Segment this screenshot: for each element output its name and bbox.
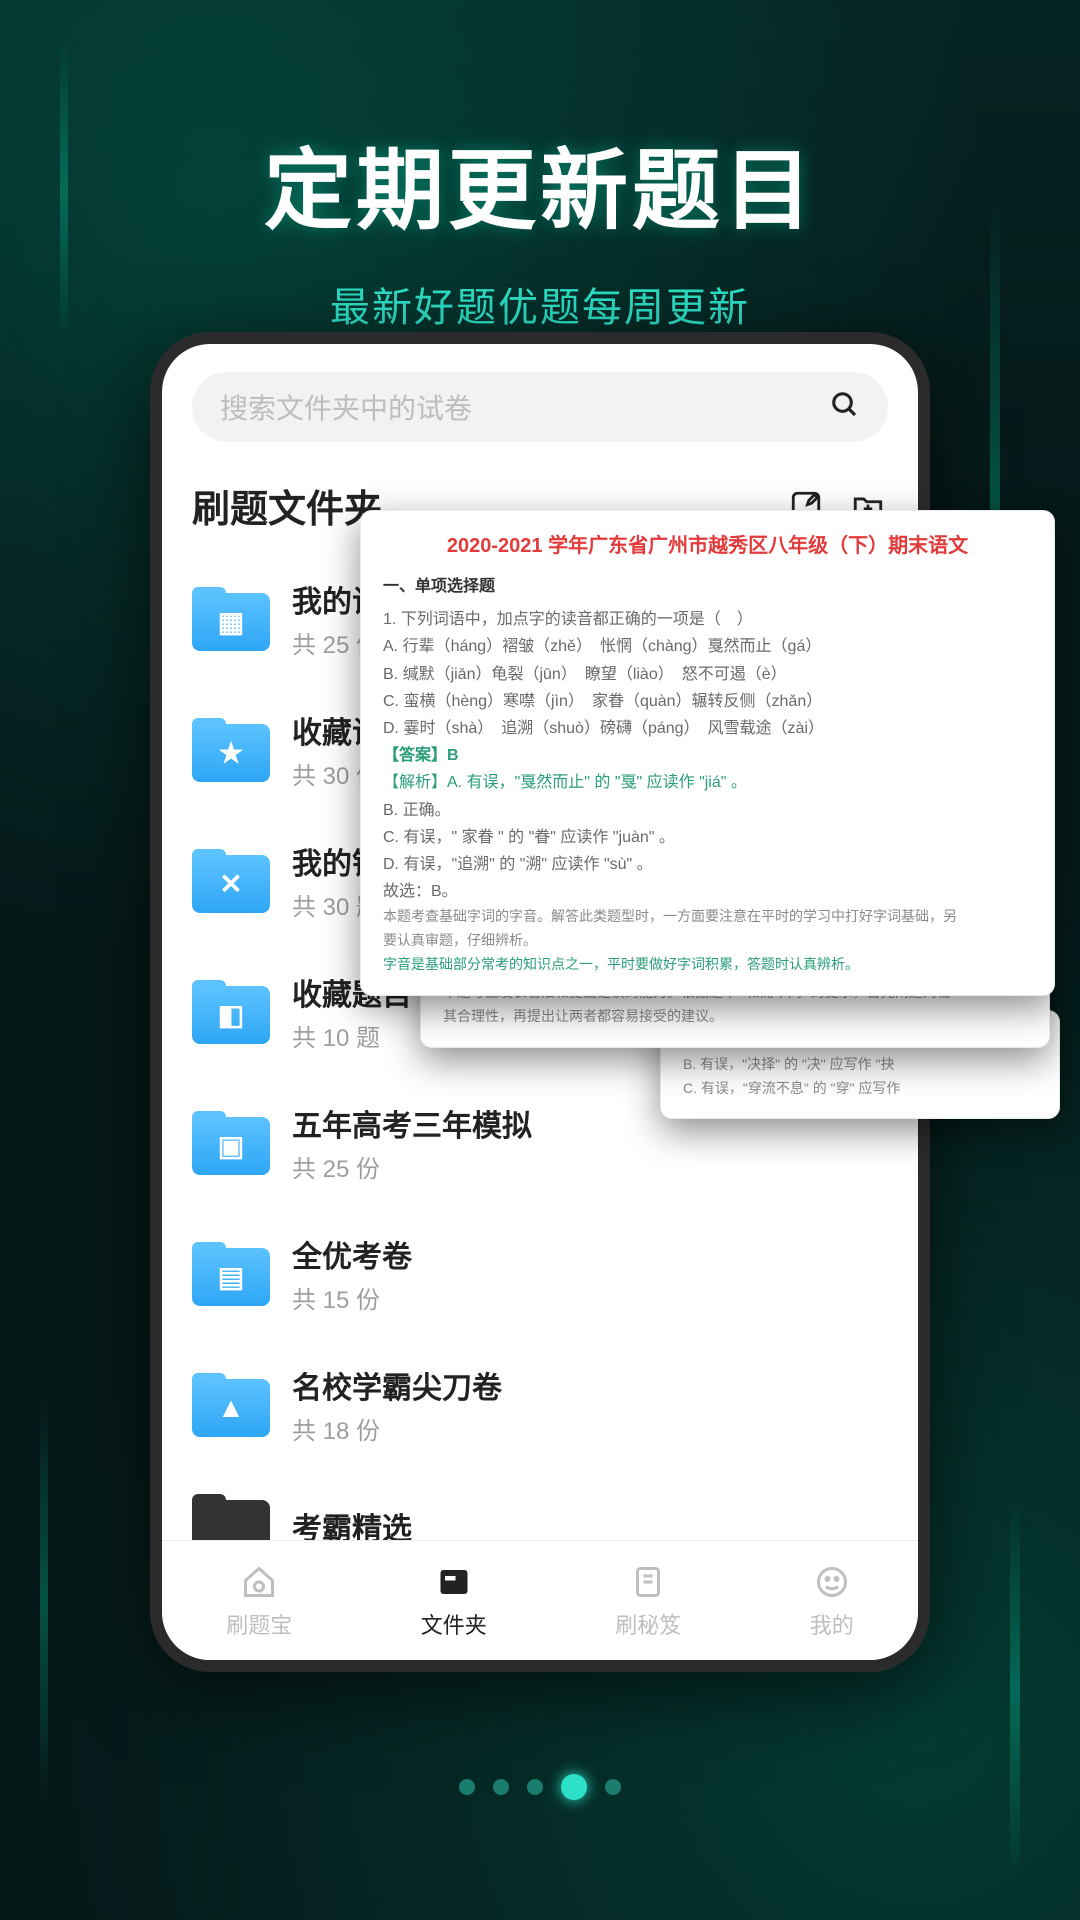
dot-3[interactable] bbox=[527, 1779, 543, 1795]
nav-shuatibao[interactable]: 刷题宝 bbox=[226, 1562, 292, 1640]
paper-line: C. 有误，"穿流不息" 的 "穿" 应写作 bbox=[683, 1077, 1037, 1101]
paper-option-a: A. 行辈（háng）褶皱（zhě） 怅惘（chàng）戛然而止（gá） bbox=[383, 633, 1032, 660]
folder-name: 全优考卷 bbox=[292, 1232, 412, 1276]
search-icon bbox=[830, 390, 860, 425]
folder-icon: ▲ bbox=[192, 1373, 270, 1437]
bg-line bbox=[40, 1400, 48, 1800]
paper-title: 2020-2021 学年广东省广州市越秀区八年级（下）期末语文 bbox=[383, 529, 1032, 563]
folder-icon: ✕ bbox=[192, 849, 270, 913]
folder-icon bbox=[434, 1562, 474, 1602]
bg-line bbox=[1010, 1500, 1020, 1880]
promo-title: 定期更新题目 bbox=[0, 120, 1080, 247]
folder-count: 共 15 份 bbox=[292, 1280, 412, 1315]
paper-preview-1: 2020-2021 学年广东省广州市越秀区八年级（下）期末语文 一、单项选择题 … bbox=[360, 510, 1055, 996]
folder-icon: ◧ bbox=[192, 980, 270, 1044]
paper-explain-a: 【解析】A. 有误，"戛然而止" 的 "戛" 应读作 "jiá" 。 bbox=[383, 769, 1032, 796]
paper-note: 要认真审题，仔细辨析。 bbox=[383, 929, 1032, 953]
paper-explain-b: B. 正确。 bbox=[383, 797, 1032, 824]
bottom-nav: 刷题宝 文件夹 刷秘笈 我的 bbox=[162, 1540, 918, 1660]
paper-note: 字音是基础部分常考的知识点之一，平时要做好字词积累，答题时认真辨析。 bbox=[383, 953, 1032, 977]
folder-icon: ▦ bbox=[192, 587, 270, 651]
promo-subtitle: 最新好题优题每周更新 bbox=[0, 275, 1080, 333]
nav-folders[interactable]: 文件夹 bbox=[421, 1562, 487, 1640]
folder-icon: ▣ bbox=[192, 1111, 270, 1175]
home-icon bbox=[239, 1562, 279, 1602]
paper-explain-d: D. 有误，"追溯" 的 "溯" 应读作 "sù" 。 bbox=[383, 851, 1032, 878]
paper-option-c: C. 蛮横（hèng）寒噤（jìn） 家眷（quàn）辗转反侧（zhǎn） bbox=[383, 688, 1032, 715]
paper-option-d: D. 霎时（shà） 追溯（shuò）磅礴（páng） 风雪载途（zài） bbox=[383, 715, 1032, 742]
nav-label: 刷秘笈 bbox=[615, 1608, 681, 1640]
nav-label: 我的 bbox=[810, 1608, 854, 1640]
paper-line: B. 有误，"决择" 的 "决" 应写作 "抉 bbox=[683, 1053, 1037, 1077]
nav-label: 刷题宝 bbox=[226, 1608, 292, 1640]
folder-icon: ▤ bbox=[192, 1242, 270, 1306]
nav-mine[interactable]: 我的 bbox=[810, 1562, 854, 1640]
paper-option-b: B. 缄默（jiān）龟裂（jūn） 瞭望（liào） 怒不可遏（è） bbox=[383, 661, 1032, 688]
promo-header: 定期更新题目 最新好题优题每周更新 bbox=[0, 0, 1080, 333]
paper-line: 其合理性，再提出让两者都容易接受的建议。 bbox=[443, 1005, 1027, 1029]
paper-section: 一、单项选择题 bbox=[383, 573, 1032, 600]
dot-1[interactable] bbox=[459, 1779, 475, 1795]
smile-icon bbox=[812, 1562, 852, 1602]
carousel-dots bbox=[459, 1779, 621, 1800]
search-input[interactable]: 搜索文件夹中的试卷 bbox=[192, 372, 888, 442]
book-icon bbox=[628, 1562, 668, 1602]
paper-pick: 故选：B。 bbox=[383, 878, 1032, 905]
folder-count: 共 10 题 bbox=[292, 1018, 412, 1053]
folder-count: 共 18 份 bbox=[292, 1411, 502, 1446]
folder-name: 五年高考三年模拟 bbox=[292, 1101, 532, 1145]
dot-4-active[interactable] bbox=[561, 1774, 587, 1800]
folder-mingxiao[interactable]: ▲ 名校学霸尖刀卷 共 18 份 bbox=[192, 1339, 888, 1470]
folder-name: 名校学霸尖刀卷 bbox=[292, 1363, 502, 1407]
folder-quanyou[interactable]: ▤ 全优考卷 共 15 份 bbox=[192, 1208, 888, 1339]
paper-answer: 【答案】B bbox=[383, 742, 1032, 769]
paper-explain-c: C. 有误，" 家眷 " 的 "眷" 应读作 "juàn" 。 bbox=[383, 824, 1032, 851]
nav-label: 文件夹 bbox=[421, 1608, 487, 1640]
paper-question: 1. 下列词语中，加点字的读音都正确的一项是（ ） bbox=[383, 606, 1032, 633]
folder-count: 共 25 份 bbox=[292, 1149, 532, 1184]
dot-2[interactable] bbox=[493, 1779, 509, 1795]
folder-icon: ★ bbox=[192, 718, 270, 782]
nav-tips[interactable]: 刷秘笈 bbox=[615, 1562, 681, 1640]
search-placeholder: 搜索文件夹中的试卷 bbox=[220, 387, 472, 427]
section-title: 刷题文件夹 bbox=[192, 478, 382, 533]
dot-5[interactable] bbox=[605, 1779, 621, 1795]
paper-note: 本题考查基础字词的字音。解答此类题型时，一方面要注意在平时的学习中打好字词基础，… bbox=[383, 905, 1032, 929]
